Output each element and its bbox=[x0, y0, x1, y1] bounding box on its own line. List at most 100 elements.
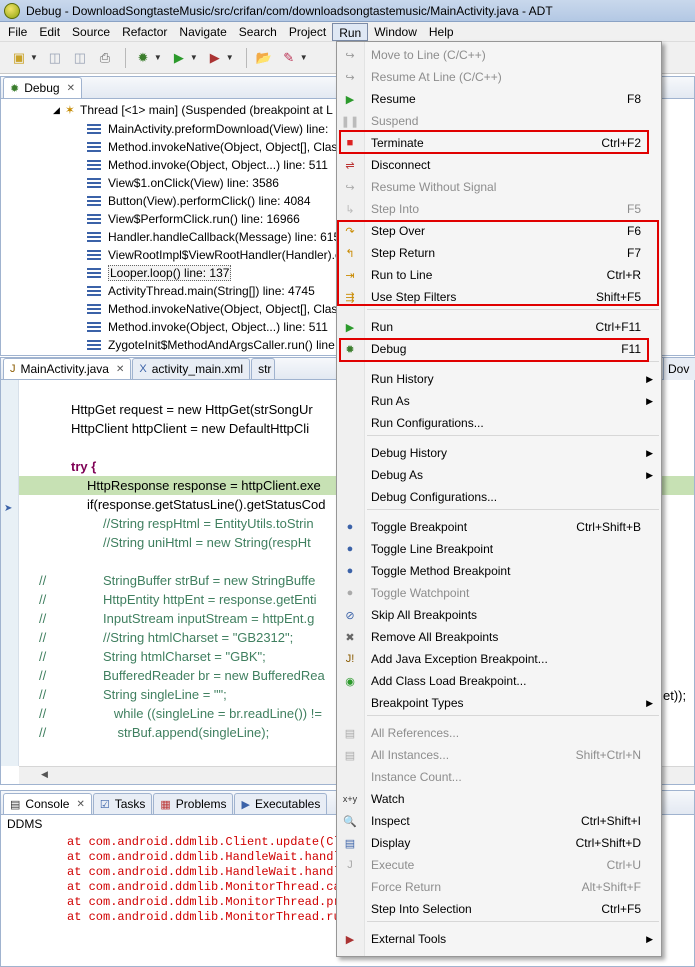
stack-frame[interactable]: Button(View).performClick() line: 4084 bbox=[87, 192, 341, 210]
menu-item-watch[interactable]: x+y Watch bbox=[337, 788, 661, 810]
external-tools-icon[interactable]: ▶ bbox=[204, 47, 226, 69]
print-icon[interactable]: ⎙ bbox=[94, 47, 116, 69]
expand-arrow-icon[interactable]: ◢ bbox=[53, 105, 60, 116]
menu-item-shortcut: Ctrl+Shift+D bbox=[575, 836, 641, 850]
menu-item-run-history[interactable]: Run History ▶ bbox=[337, 368, 661, 390]
menu-item-external-tools[interactable]: ▶ External Tools ▶ bbox=[337, 928, 661, 950]
tab-debug[interactable]: ✹ Debug ✕ bbox=[3, 77, 82, 98]
stack-frame[interactable]: ViewRootImpl$ViewRootHandler(Handler).c bbox=[87, 246, 341, 264]
thread-node[interactable]: ◢ ✶ Thread [<1> main] (Suspended (breakp… bbox=[53, 101, 333, 119]
tab-strings[interactable]: str bbox=[251, 358, 276, 379]
chevron-down-icon[interactable]: ▼ bbox=[300, 53, 308, 62]
tab-activity-main-xml[interactable]: X activity_main.xml bbox=[132, 358, 251, 379]
tab-label: Executables bbox=[254, 797, 321, 811]
instances-icon: ▤ bbox=[344, 749, 356, 762]
tab-label: Console bbox=[25, 797, 70, 811]
run-icon[interactable]: ▶ bbox=[168, 47, 190, 69]
menu-item-debug-configurations[interactable]: Debug Configurations... bbox=[337, 486, 661, 508]
code-overflow-text: et)); bbox=[663, 688, 687, 703]
tab-console[interactable]: ▤ Console ✕ bbox=[3, 793, 92, 814]
menu-item-toggle-line-breakpoint[interactable]: ● Toggle Line Breakpoint bbox=[337, 538, 661, 560]
menu-search[interactable]: Search bbox=[233, 23, 283, 41]
menu-item-toggle-breakpoint[interactable]: ● Toggle Breakpoint Ctrl+Shift+B bbox=[337, 516, 661, 538]
debug-bug-icon[interactable]: ✹ bbox=[132, 47, 154, 69]
toolbar-separator bbox=[124, 47, 126, 68]
menu-edit[interactable]: Edit bbox=[33, 23, 66, 41]
menu-item-label: Add Java Exception Breakpoint... bbox=[371, 652, 548, 666]
debug-bug-icon: ✹ bbox=[10, 82, 20, 95]
menu-item-toggle-method-breakpoint[interactable]: ● Toggle Method Breakpoint bbox=[337, 560, 661, 582]
menu-navigate[interactable]: Navigate bbox=[173, 23, 232, 41]
menu-item-debug-history[interactable]: Debug History ▶ bbox=[337, 442, 661, 464]
java-file-icon: J bbox=[10, 363, 16, 375]
menu-item-breakpoint-types[interactable]: Breakpoint Types ▶ bbox=[337, 692, 661, 714]
menu-item-label: Debug History bbox=[371, 446, 448, 460]
stack-frame[interactable]: MainActivity.preformDownload(View) line: bbox=[87, 120, 341, 138]
stack-frame[interactable]: ActivityThread.main(String[]) line: 4745 bbox=[87, 282, 341, 300]
open-type-icon[interactable]: 📂 bbox=[253, 47, 275, 69]
stack-frame[interactable]: Method.invoke(Object, Object...) line: 5… bbox=[87, 156, 341, 174]
menu-project[interactable]: Project bbox=[283, 23, 332, 41]
disconnect-icon: ⇌ bbox=[345, 159, 355, 172]
console-line: at com.android.ddmlib.MonitorThread.pro bbox=[67, 895, 348, 909]
menu-item-label: Toggle Line Breakpoint bbox=[371, 542, 494, 556]
stack-frame[interactable]: Method.invoke(Object, Object...) line: 5… bbox=[87, 318, 341, 336]
stack-frame[interactable]: View$1.onClick(View) line: 3586 bbox=[87, 174, 341, 192]
menu-item-label: Move to Line (C/C++) bbox=[371, 48, 486, 62]
tab-tasks[interactable]: ☑ Tasks bbox=[92, 793, 153, 814]
close-icon[interactable]: ✕ bbox=[116, 364, 124, 375]
new-icon[interactable]: ▣ bbox=[8, 47, 30, 69]
skip-breakpoints-icon: ⊘ bbox=[345, 609, 355, 622]
save-all-icon[interactable]: ◫ bbox=[69, 47, 91, 69]
chevron-down-icon[interactable]: ▼ bbox=[226, 53, 234, 62]
menu-file[interactable]: File bbox=[2, 23, 33, 41]
menu-item-add-class-load-breakpoint[interactable]: ◉ Add Class Load Breakpoint... bbox=[337, 670, 661, 692]
menu-item-run-configurations[interactable]: Run Configurations... bbox=[337, 412, 661, 434]
stack-frame[interactable]: Method.invokeNative(Object, Object[], Cl… bbox=[87, 138, 341, 156]
stack-frame[interactable]: ZygoteInit$MethodAndArgsCaller.run() lin… bbox=[87, 336, 341, 354]
menu-item-run[interactable]: ▶ Run Ctrl+F11 bbox=[337, 316, 661, 338]
stack-frame-icon bbox=[87, 142, 101, 152]
close-icon[interactable]: ✕ bbox=[76, 799, 84, 810]
menu-item-label: Step Into bbox=[371, 202, 420, 216]
menu-window[interactable]: Window bbox=[368, 23, 423, 41]
chevron-down-icon[interactable]: ▼ bbox=[30, 53, 38, 62]
console-output[interactable]: at com.android.ddmlib.Client.update(Cli … bbox=[67, 835, 348, 925]
menu-item-skip-all-breakpoints[interactable]: ⊘ Skip All Breakpoints bbox=[337, 604, 661, 626]
stack-frame-icon bbox=[87, 160, 101, 170]
menu-item-add-java-exception-breakpoint[interactable]: J! Add Java Exception Breakpoint... bbox=[337, 648, 661, 670]
open-task-icon[interactable]: ✎ bbox=[278, 47, 300, 69]
stack-frame[interactable]: Handler.handleCallback(Message) line: 61… bbox=[87, 228, 341, 246]
scroll-left-icon[interactable]: ◀ bbox=[41, 769, 48, 780]
menu-run[interactable]: Run bbox=[332, 22, 369, 41]
stack-frame-selected[interactable]: Looper.loop() line: 137 bbox=[87, 264, 341, 282]
execute-icon: J bbox=[347, 859, 353, 871]
menu-refactor[interactable]: Refactor bbox=[116, 23, 173, 41]
editor-ruler: ➤ bbox=[1, 380, 19, 766]
close-icon[interactable]: ✕ bbox=[67, 83, 75, 94]
menu-item-move-to-line-c-c: ↪ Move to Line (C/C++) bbox=[337, 44, 661, 66]
menu-item-display[interactable]: ▤ Display Ctrl+Shift+D bbox=[337, 832, 661, 854]
save-icon[interactable]: ◫ bbox=[44, 47, 66, 69]
menu-item-resume[interactable]: ▶ Resume F8 bbox=[337, 88, 661, 110]
chevron-down-icon[interactable]: ▼ bbox=[190, 53, 198, 62]
tab-mainactivity-java[interactable]: J MainActivity.java ✕ bbox=[3, 358, 132, 379]
menu-item-remove-all-breakpoints[interactable]: ✖ Remove All Breakpoints bbox=[337, 626, 661, 648]
stack-frame[interactable]: Method.invokeNative(Object, Object[], Cl… bbox=[87, 300, 341, 318]
menu-item-inspect[interactable]: 🔍 Inspect Ctrl+Shift+I bbox=[337, 810, 661, 832]
menu-item-label: Skip All Breakpoints bbox=[371, 608, 478, 622]
tab-executables[interactable]: ▶ Executables bbox=[234, 793, 328, 814]
menu-item-step-into-selection[interactable]: Step Into Selection Ctrl+F5 bbox=[337, 898, 661, 920]
menu-item-label: All References... bbox=[371, 726, 460, 740]
menu-item-run-as[interactable]: Run As ▶ bbox=[337, 390, 661, 412]
chevron-down-icon[interactable]: ▼ bbox=[154, 53, 162, 62]
menu-item-disconnect[interactable]: ⇌ Disconnect bbox=[337, 154, 661, 176]
tab-problems[interactable]: ▦ Problems bbox=[153, 793, 234, 814]
stack-frames: MainActivity.preformDownload(View) line:… bbox=[87, 120, 341, 354]
menu-help[interactable]: Help bbox=[423, 23, 460, 41]
stack-frame[interactable]: View$PerformClick.run() line: 16966 bbox=[87, 210, 341, 228]
menu-source[interactable]: Source bbox=[66, 23, 116, 41]
tab-overflow-right[interactable]: Dov bbox=[663, 358, 695, 380]
menu-item-debug-as[interactable]: Debug As ▶ bbox=[337, 464, 661, 486]
menu-item-all-references: ▤ All References... bbox=[337, 722, 661, 744]
